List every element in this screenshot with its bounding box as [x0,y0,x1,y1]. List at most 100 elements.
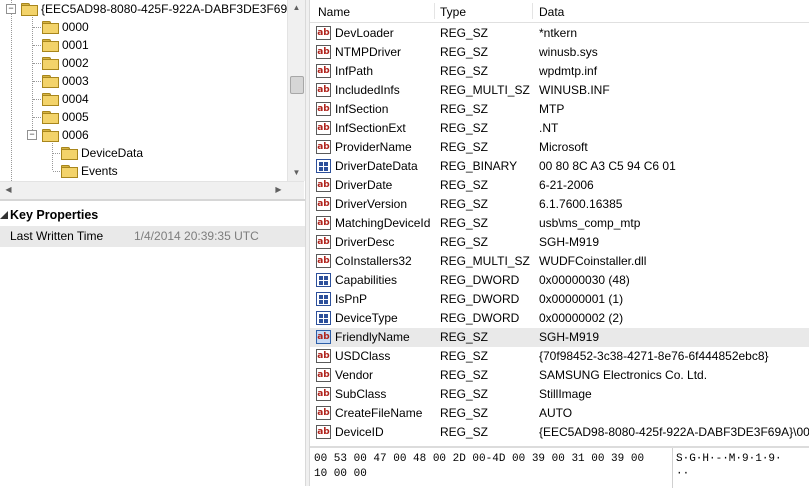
value-row[interactable]: ab NTMPDriver REG_SZ winusb.sys [310,43,809,62]
value-data: SAMSUNG Electronics Co. Ltd. [539,368,708,382]
value-row[interactable]: DriverDateData REG_BINARY 00 80 8C A3 C5 9… [310,157,809,176]
property-name: Last Written Time [10,229,104,243]
value-row[interactable]: ab FriendlyName REG_SZ SGH-M919 [310,328,809,347]
value-row[interactable]: ab DeviceID REG_SZ {EEC5AD98-8080-425f-922A… [310,423,809,442]
string-value-icon: ab [316,330,331,344]
tree-guide-line [33,45,41,46]
tree-node-3[interactable]: 0003 [0,72,287,90]
folder-icon [42,57,59,70]
binary-value-icon [316,273,331,287]
value-row[interactable]: ab DriverDesc REG_SZ SGH-M919 [310,233,809,252]
value-data: usb\ms_comp_mtp [539,216,641,230]
value-row[interactable]: ab DriverVersion REG_SZ 6.1.7600.16385 [310,195,809,214]
hex-ascii-line: ·· [676,468,690,480]
value-row[interactable]: ab MatchingDeviceId REG_SZ usb\ms_comp_mtp [310,214,809,233]
value-row[interactable]: ab InfSectionExt REG_SZ .NT [310,119,809,138]
scroll-down-icon[interactable]: ▼ [288,165,305,181]
collapse-icon[interactable]: − [6,4,16,14]
value-row[interactable]: ab Vendor REG_SZ SAMSUNG Electronics Co. Lt… [310,366,809,385]
value-name: InfPath [335,64,374,78]
column-header-data[interactable]: Data [539,0,564,22]
tree-node-label: 0000 [62,20,89,34]
tree-node-label: 0002 [62,56,89,70]
tree-node-1[interactable]: 0001 [0,36,287,54]
string-value-icon: ab [316,254,331,268]
tree-node-0[interactable]: 0000 [0,18,287,36]
value-row[interactable]: IsPnP REG_DWORD 0x00000001 (1) [310,290,809,309]
scroll-left-icon[interactable]: ◀ [0,182,17,198]
value-type: REG_SZ [440,45,489,59]
tree-node-6[interactable]: − 0006 [0,126,287,144]
value-row[interactable]: ab ProviderName REG_SZ Microsoft [310,138,809,157]
folder-icon [42,111,59,124]
value-row[interactable]: ab InfSection REG_SZ MTP [310,100,809,119]
value-type: REG_SZ [440,349,489,363]
value-row[interactable]: ab SubClass REG_SZ StillImage [310,385,809,404]
binary-value-icon [316,292,331,306]
value-type: REG_SZ [440,216,489,230]
tree-node-label: 0001 [62,38,89,52]
value-type: REG_SZ [440,64,489,78]
value-row[interactable]: DeviceType REG_DWORD 0x00000002 (2) [310,309,809,328]
column-divider[interactable] [532,3,533,19]
hex-view[interactable]: 00 53 00 47 00 48 00 2D 00-4D 00 39 00 3… [310,446,809,488]
value-data: StillImage [539,387,592,401]
hex-ascii-divider [672,448,673,488]
string-value-icon: ab [316,425,331,439]
value-name: DriverVersion [335,197,408,211]
tree-vertical-scrollbar[interactable]: ▲ ▼ [287,0,305,181]
scroll-right-icon[interactable]: ▶ [270,182,287,198]
value-data: SGH-M919 [539,330,600,344]
value-name: Capabilities [335,273,398,287]
value-row[interactable]: ab DevLoader REG_SZ *ntkern [310,24,809,43]
tree-guide-line [33,81,41,82]
tree-node-5[interactable]: 0005 [0,108,287,126]
value-row[interactable]: ab CreateFileName REG_SZ AUTO [310,404,809,423]
value-name: FriendlyName [335,330,410,344]
value-data: {EEC5AD98-8080-425f-922A-DABF3DE3F69A}\0… [539,425,809,439]
tree-guide-line [33,27,41,28]
tree-node-2[interactable]: 0002 [0,54,287,72]
value-data: winusb.sys [539,45,598,59]
string-value-icon: ab [316,64,331,78]
collapse-icon[interactable]: − [27,130,37,140]
property-row[interactable]: Last Written Time 1/4/2014 20:39:35 UTC [0,226,305,247]
values-list[interactable]: Name Type Data ab DevLoader REG_SZ *ntkern a… [310,0,809,446]
value-row[interactable]: Capabilities REG_DWORD 0x00000030 (48) [310,271,809,290]
value-row[interactable]: ab InfPath REG_SZ wpdmtp.inf [310,62,809,81]
values-column-header: Name Type Data [310,0,809,23]
hex-line: 10 00 00 [314,468,367,480]
hex-line: 00 53 00 47 00 48 00 2D 00-4D 00 39 00 3… [314,453,645,465]
key-properties-header[interactable]: Key Properties [0,206,305,224]
tree-guide-line [53,153,60,154]
collapse-triangle-icon[interactable] [0,211,8,219]
value-type: REG_SZ [440,178,489,192]
tree-node-label: DeviceData [81,146,144,160]
tree-node-label: Events [81,164,118,178]
value-name: USDClass [335,349,391,363]
value-name: DevLoader [335,26,394,40]
tree-horizontal-scrollbar[interactable]: ◀ ▶ [0,181,304,199]
scroll-up-icon[interactable]: ▲ [288,0,305,16]
tree-node-root[interactable]: − {EEC5AD98-8080-425F-922A-DABF3DE3F69A} [0,0,299,18]
tree-guide-line [33,99,41,100]
value-name: NTMPDriver [335,45,401,59]
column-header-type[interactable]: Type [440,0,466,22]
value-row[interactable]: ab IncludedInfs REG_MULTI_SZ WINUSB.INF [310,81,809,100]
folder-icon [42,129,59,142]
value-data: SGH-M919 [539,235,600,249]
scroll-thumb[interactable] [290,76,304,94]
tree-node-sub-0[interactable]: DeviceData [0,144,287,162]
string-value-icon: ab [316,368,331,382]
column-header-name[interactable]: Name [318,0,350,22]
string-value-icon: ab [316,45,331,59]
value-data: WUDFCoinstaller.dll [539,254,647,268]
value-row[interactable]: ab DriverDate REG_SZ 6-21-2006 [310,176,809,195]
value-row[interactable]: ab USDClass REG_SZ {70f98452-3c38-4271-8e76… [310,347,809,366]
key-tree[interactable]: − {EEC5AD98-8080-425F-922A-DABF3DE3F69A}… [0,0,305,181]
value-type: REG_MULTI_SZ [440,83,530,97]
value-row[interactable]: ab CoInstallers32 REG_MULTI_SZ WUDFCoinstal… [310,252,809,271]
tree-node-4[interactable]: 0004 [0,90,287,108]
column-divider[interactable] [434,3,435,19]
tree-node-sub-1[interactable]: Events [0,162,287,180]
